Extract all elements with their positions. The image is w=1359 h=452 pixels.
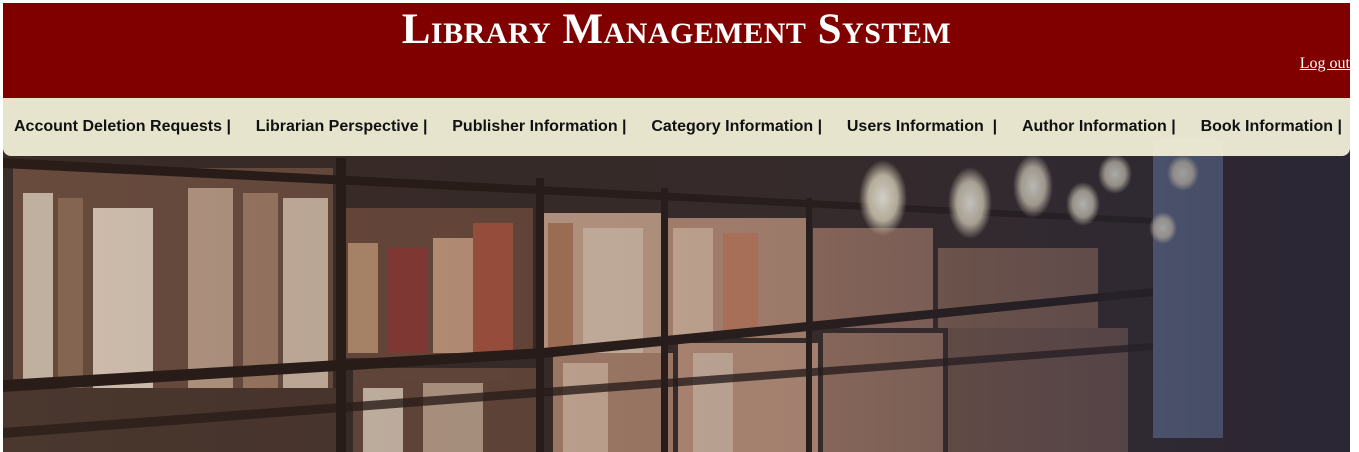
nav-librarian-perspective[interactable]: Librarian Perspective | (256, 118, 428, 136)
nav-label: Category Information (651, 118, 814, 135)
nav-users-information[interactable]: Users Information | (847, 118, 997, 136)
nav-separator: | (1337, 118, 1342, 135)
nav-category-information[interactable]: Category Information | (651, 118, 822, 136)
nav-separator: | (1171, 118, 1176, 135)
nav-separator: | (622, 118, 627, 135)
nav-author-information[interactable]: Author Information | (1022, 118, 1176, 136)
nav-label: Account Deletion Requests (14, 118, 223, 135)
nav-separator: | (226, 118, 231, 135)
nav-label: Publisher Information (452, 118, 618, 135)
nav-book-information[interactable]: Book Information | (1201, 118, 1342, 136)
nav-account-deletion-requests[interactable]: Account Deletion Requests | (14, 118, 231, 136)
logout-link[interactable]: Log out (1300, 55, 1350, 73)
nav-separator: | (817, 118, 823, 135)
nav-separator: | (992, 118, 998, 135)
nav-label: Users Information (846, 118, 984, 135)
nav-label: Librarian Perspective (255, 118, 419, 135)
nav-separator: | (422, 118, 428, 135)
site-title: Library Management System (401, 6, 952, 53)
nav-label: Author Information (1021, 118, 1167, 135)
page: Library Management System Log out Accoun… (0, 0, 1359, 452)
page-header: Library Management System Log out (3, 3, 1350, 98)
nav-label: Book Information (1200, 118, 1333, 135)
nav-publisher-information[interactable]: Publisher Information | (452, 118, 626, 136)
main-nav: Account Deletion Requests | Librarian Pe… (3, 98, 1350, 156)
